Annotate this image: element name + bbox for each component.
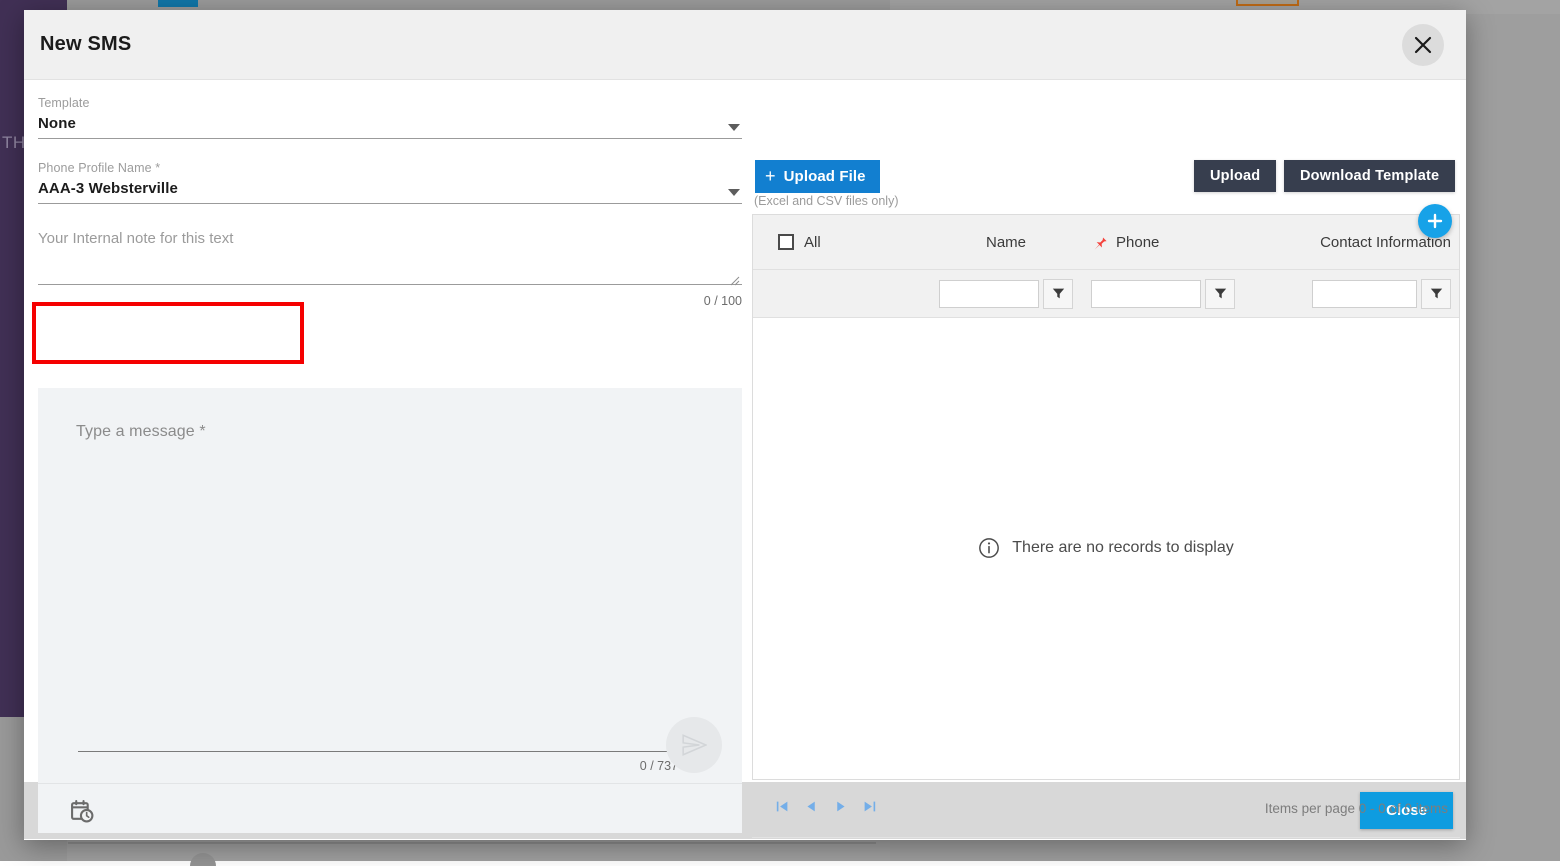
new-sms-dialog: New SMS Template None Phone Profile Name…	[24, 10, 1466, 840]
dialog-header: New SMS	[24, 10, 1466, 80]
pin-icon[interactable]	[1091, 234, 1108, 251]
grid-empty-body: There are no records to display	[753, 318, 1459, 778]
column-header-phone: Phone	[1116, 234, 1159, 251]
filter-input-name[interactable]	[939, 280, 1039, 308]
grid-header-row: All Name Phone Contact Information	[753, 215, 1459, 270]
first-page-icon[interactable]	[776, 800, 789, 818]
internal-note-counter: 0 / 100	[38, 290, 742, 308]
phone-profile-label: Phone Profile Name *	[38, 161, 742, 175]
dialog-body: Template None Phone Profile Name * AAA-3…	[24, 80, 1466, 782]
compose-pane: Template None Phone Profile Name * AAA-3…	[24, 80, 750, 782]
filter-cell-name	[931, 279, 1081, 309]
message-counter: 0 / 737	[578, 759, 678, 773]
background-footer-divider	[68, 842, 876, 844]
message-placeholder: Type a message *	[76, 423, 206, 441]
select-all-checkbox[interactable]	[778, 234, 794, 250]
recipients-pane: + Upload File (Excel and CSV files only)…	[750, 80, 1466, 782]
add-contact-button[interactable]	[1418, 204, 1452, 238]
highlight-annotation	[32, 302, 304, 364]
contacts-grid: All Name Phone Contact Information	[752, 214, 1460, 780]
filter-icon[interactable]	[1043, 279, 1073, 309]
pager-buttons	[752, 800, 876, 818]
phone-profile-select[interactable]: Phone Profile Name * AAA-3 Websterville	[38, 157, 742, 204]
template-value: None	[38, 115, 742, 132]
message-input-area[interactable]: Type a message * 0 / 737	[38, 388, 742, 783]
template-label: Template	[38, 96, 742, 110]
select-all-cell[interactable]: All	[753, 234, 931, 251]
column-header-phone-cell[interactable]: Phone	[1081, 234, 1271, 251]
internal-note-wrapper	[38, 222, 742, 290]
column-header-name[interactable]: Name	[931, 234, 1081, 251]
message-underline	[78, 751, 678, 752]
pager-info: Items per page 0 - 0 of 0 items	[1265, 801, 1460, 816]
filter-input-contact[interactable]	[1312, 280, 1417, 308]
grid-filter-row	[753, 270, 1459, 318]
plus-icon	[1427, 213, 1443, 229]
filter-icon[interactable]	[1205, 279, 1235, 309]
empty-state: There are no records to display	[978, 537, 1233, 559]
upload-file-button[interactable]: + Upload File	[755, 160, 880, 193]
send-icon[interactable]	[666, 717, 722, 773]
next-page-icon[interactable]	[834, 800, 847, 818]
filter-cell-phone	[1081, 279, 1271, 309]
calendar-clock-icon[interactable]	[70, 799, 95, 829]
upload-button[interactable]: Upload	[1194, 160, 1276, 192]
internal-note-input[interactable]	[38, 222, 742, 285]
select-all-label: All	[804, 234, 821, 251]
phone-profile-value: AAA-3 Websterville	[38, 180, 742, 197]
plus-icon: +	[765, 167, 776, 185]
background-orange-button	[1236, 0, 1299, 6]
template-select[interactable]: Template None	[38, 92, 742, 139]
upload-file-label: Upload File	[784, 168, 866, 185]
last-page-icon[interactable]	[863, 800, 876, 818]
filter-input-phone[interactable]	[1091, 280, 1201, 308]
upload-hint: (Excel and CSV files only)	[754, 194, 899, 208]
filter-icon[interactable]	[1421, 279, 1451, 309]
filter-cell-contact	[1271, 279, 1459, 309]
info-icon	[978, 537, 1000, 559]
chevron-down-icon[interactable]	[728, 189, 740, 196]
background-blue-tab	[158, 0, 198, 7]
download-template-button[interactable]: Download Template	[1284, 160, 1455, 192]
chevron-down-icon[interactable]	[728, 124, 740, 131]
compose-footer	[38, 783, 742, 833]
close-icon[interactable]	[1402, 24, 1444, 66]
prev-page-icon[interactable]	[805, 800, 818, 818]
grid-pager: Items per page 0 - 0 of 0 items	[752, 780, 1460, 838]
page-title: New SMS	[40, 33, 1402, 56]
empty-state-label: There are no records to display	[1012, 539, 1233, 557]
